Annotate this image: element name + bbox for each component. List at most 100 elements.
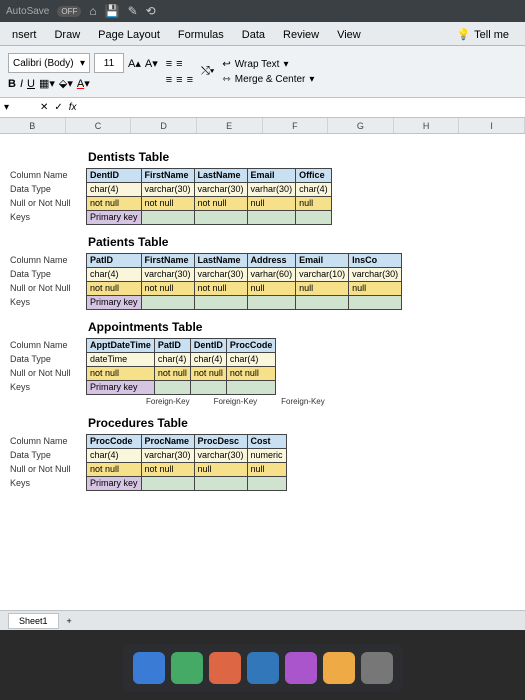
cell[interactable]: PatID xyxy=(87,254,142,268)
cell[interactable] xyxy=(190,381,226,395)
align-center-icon[interactable]: ≡ xyxy=(176,74,182,86)
cell[interactable]: Office xyxy=(296,169,332,183)
add-sheet-button[interactable]: + xyxy=(67,616,72,626)
cell[interactable]: varchar(30) xyxy=(194,183,247,197)
cell[interactable]: Email xyxy=(247,169,296,183)
enter-icon[interactable]: ✓ xyxy=(54,102,62,113)
cell[interactable]: Address xyxy=(247,254,296,268)
align-right-icon[interactable]: ≡ xyxy=(187,74,193,86)
cell[interactable] xyxy=(247,477,286,491)
tell-me[interactable]: 💡Tell me xyxy=(448,24,517,45)
tab-review[interactable]: Review xyxy=(275,25,327,45)
undo-icon[interactable]: ⟲ xyxy=(146,4,156,18)
cell[interactable]: char(4) xyxy=(87,183,142,197)
cell[interactable]: null xyxy=(247,282,296,296)
cell[interactable]: varchar(10) xyxy=(296,268,349,282)
cell[interactable] xyxy=(296,296,349,310)
fill-color-button[interactable]: ⬙▾ xyxy=(59,77,73,90)
cell[interactable]: varchar(30) xyxy=(194,268,247,282)
decrease-font-icon[interactable]: A▾ xyxy=(145,57,158,70)
cell[interactable]: Primary key xyxy=(87,381,155,395)
cell[interactable] xyxy=(141,477,194,491)
cell[interactable]: numeric xyxy=(247,449,286,463)
cell[interactable]: varchar(30) xyxy=(349,268,402,282)
italic-button[interactable]: I xyxy=(20,78,23,90)
cell[interactable]: null xyxy=(296,282,349,296)
cell[interactable]: not null xyxy=(154,367,190,381)
sheet-tab[interactable]: Sheet1 xyxy=(8,613,59,629)
underline-button[interactable]: U xyxy=(27,78,35,90)
cell[interactable]: InsCo xyxy=(349,254,402,268)
orientation-icon[interactable]: ⤭▾ xyxy=(201,65,214,78)
col-head[interactable]: B xyxy=(0,118,66,133)
border-button[interactable]: ▦▾ xyxy=(39,77,55,90)
cell[interactable]: ProcName xyxy=(141,435,194,449)
cell[interactable]: ApptDateTime xyxy=(87,339,155,353)
cell[interactable]: char(4) xyxy=(226,353,276,367)
cell[interactable]: null xyxy=(247,463,286,477)
col-head[interactable]: G xyxy=(328,118,394,133)
merge-center-button[interactable]: ⇿Merge & Center ▾ xyxy=(222,74,314,85)
cell[interactable]: Cost xyxy=(247,435,286,449)
tab-draw[interactable]: Draw xyxy=(46,25,88,45)
align-top-icon[interactable]: ≡ xyxy=(166,58,172,70)
increase-font-icon[interactable]: A▴ xyxy=(128,57,141,70)
dock-app-icon[interactable] xyxy=(323,652,355,684)
cell[interactable]: LastName xyxy=(194,169,247,183)
col-head[interactable]: D xyxy=(131,118,197,133)
tab-insert[interactable]: nsert xyxy=(4,25,44,45)
cell[interactable]: varchar(30) xyxy=(141,183,194,197)
cell[interactable]: varhar(30) xyxy=(247,183,296,197)
save-icon[interactable]: 💾 xyxy=(105,4,120,18)
col-head[interactable]: H xyxy=(394,118,460,133)
cell[interactable]: not null xyxy=(141,463,194,477)
cell[interactable]: varhar(60) xyxy=(247,268,296,282)
cell[interactable]: null xyxy=(296,197,332,211)
cell[interactable] xyxy=(141,211,194,225)
cell[interactable]: ProcDesc xyxy=(194,435,247,449)
fx-label[interactable]: fx xyxy=(69,102,77,113)
cell[interactable]: varchar(30) xyxy=(194,449,247,463)
cell[interactable]: FirstName xyxy=(141,254,194,268)
home-icon[interactable]: ⌂ xyxy=(89,4,96,18)
spreadsheet-grid[interactable]: B C D E F G H I Dentists Table Column Na… xyxy=(0,118,525,610)
align-middle-icon[interactable]: ≡ xyxy=(176,58,182,70)
wrap-text-button[interactable]: ↩Wrap Text ▾ xyxy=(222,59,314,70)
dock-app-icon[interactable] xyxy=(209,652,241,684)
cell[interactable]: ProcCode xyxy=(226,339,276,353)
tab-page-layout[interactable]: Page Layout xyxy=(90,25,168,45)
edit-icon[interactable]: ✎ xyxy=(128,4,138,18)
cell[interactable]: null xyxy=(349,282,402,296)
cell[interactable]: char(4) xyxy=(87,268,142,282)
cell[interactable]: not null xyxy=(87,367,155,381)
cell[interactable]: char(4) xyxy=(154,353,190,367)
cell[interactable]: char(4) xyxy=(190,353,226,367)
cell[interactable]: char(4) xyxy=(296,183,332,197)
col-head[interactable]: I xyxy=(459,118,525,133)
cell[interactable] xyxy=(296,211,332,225)
col-head[interactable]: C xyxy=(66,118,132,133)
cell[interactable]: not null xyxy=(87,282,142,296)
cell[interactable] xyxy=(247,211,296,225)
cell[interactable]: dateTime xyxy=(87,353,155,367)
cancel-icon[interactable]: ✕ xyxy=(40,102,48,113)
cell[interactable] xyxy=(194,296,247,310)
cell[interactable] xyxy=(349,296,402,310)
tab-formulas[interactable]: Formulas xyxy=(170,25,232,45)
autosave-toggle[interactable]: OFF xyxy=(57,6,81,17)
cell[interactable] xyxy=(247,296,296,310)
font-select[interactable]: Calibri (Body)▾ xyxy=(8,53,90,73)
cell[interactable]: not null xyxy=(141,197,194,211)
cell[interactable] xyxy=(226,381,276,395)
font-color-button[interactable]: A▾ xyxy=(77,77,90,90)
dock-app-icon[interactable] xyxy=(361,652,393,684)
cell[interactable] xyxy=(194,477,247,491)
cell[interactable]: DentID xyxy=(190,339,226,353)
cell[interactable]: PatID xyxy=(154,339,190,353)
cell[interactable]: FirstName xyxy=(141,169,194,183)
cell[interactable]: not null xyxy=(141,282,194,296)
cell[interactable]: not null xyxy=(194,282,247,296)
cell[interactable]: not null xyxy=(226,367,276,381)
dock-app-icon[interactable] xyxy=(285,652,317,684)
align-left-icon[interactable]: ≡ xyxy=(166,74,172,86)
